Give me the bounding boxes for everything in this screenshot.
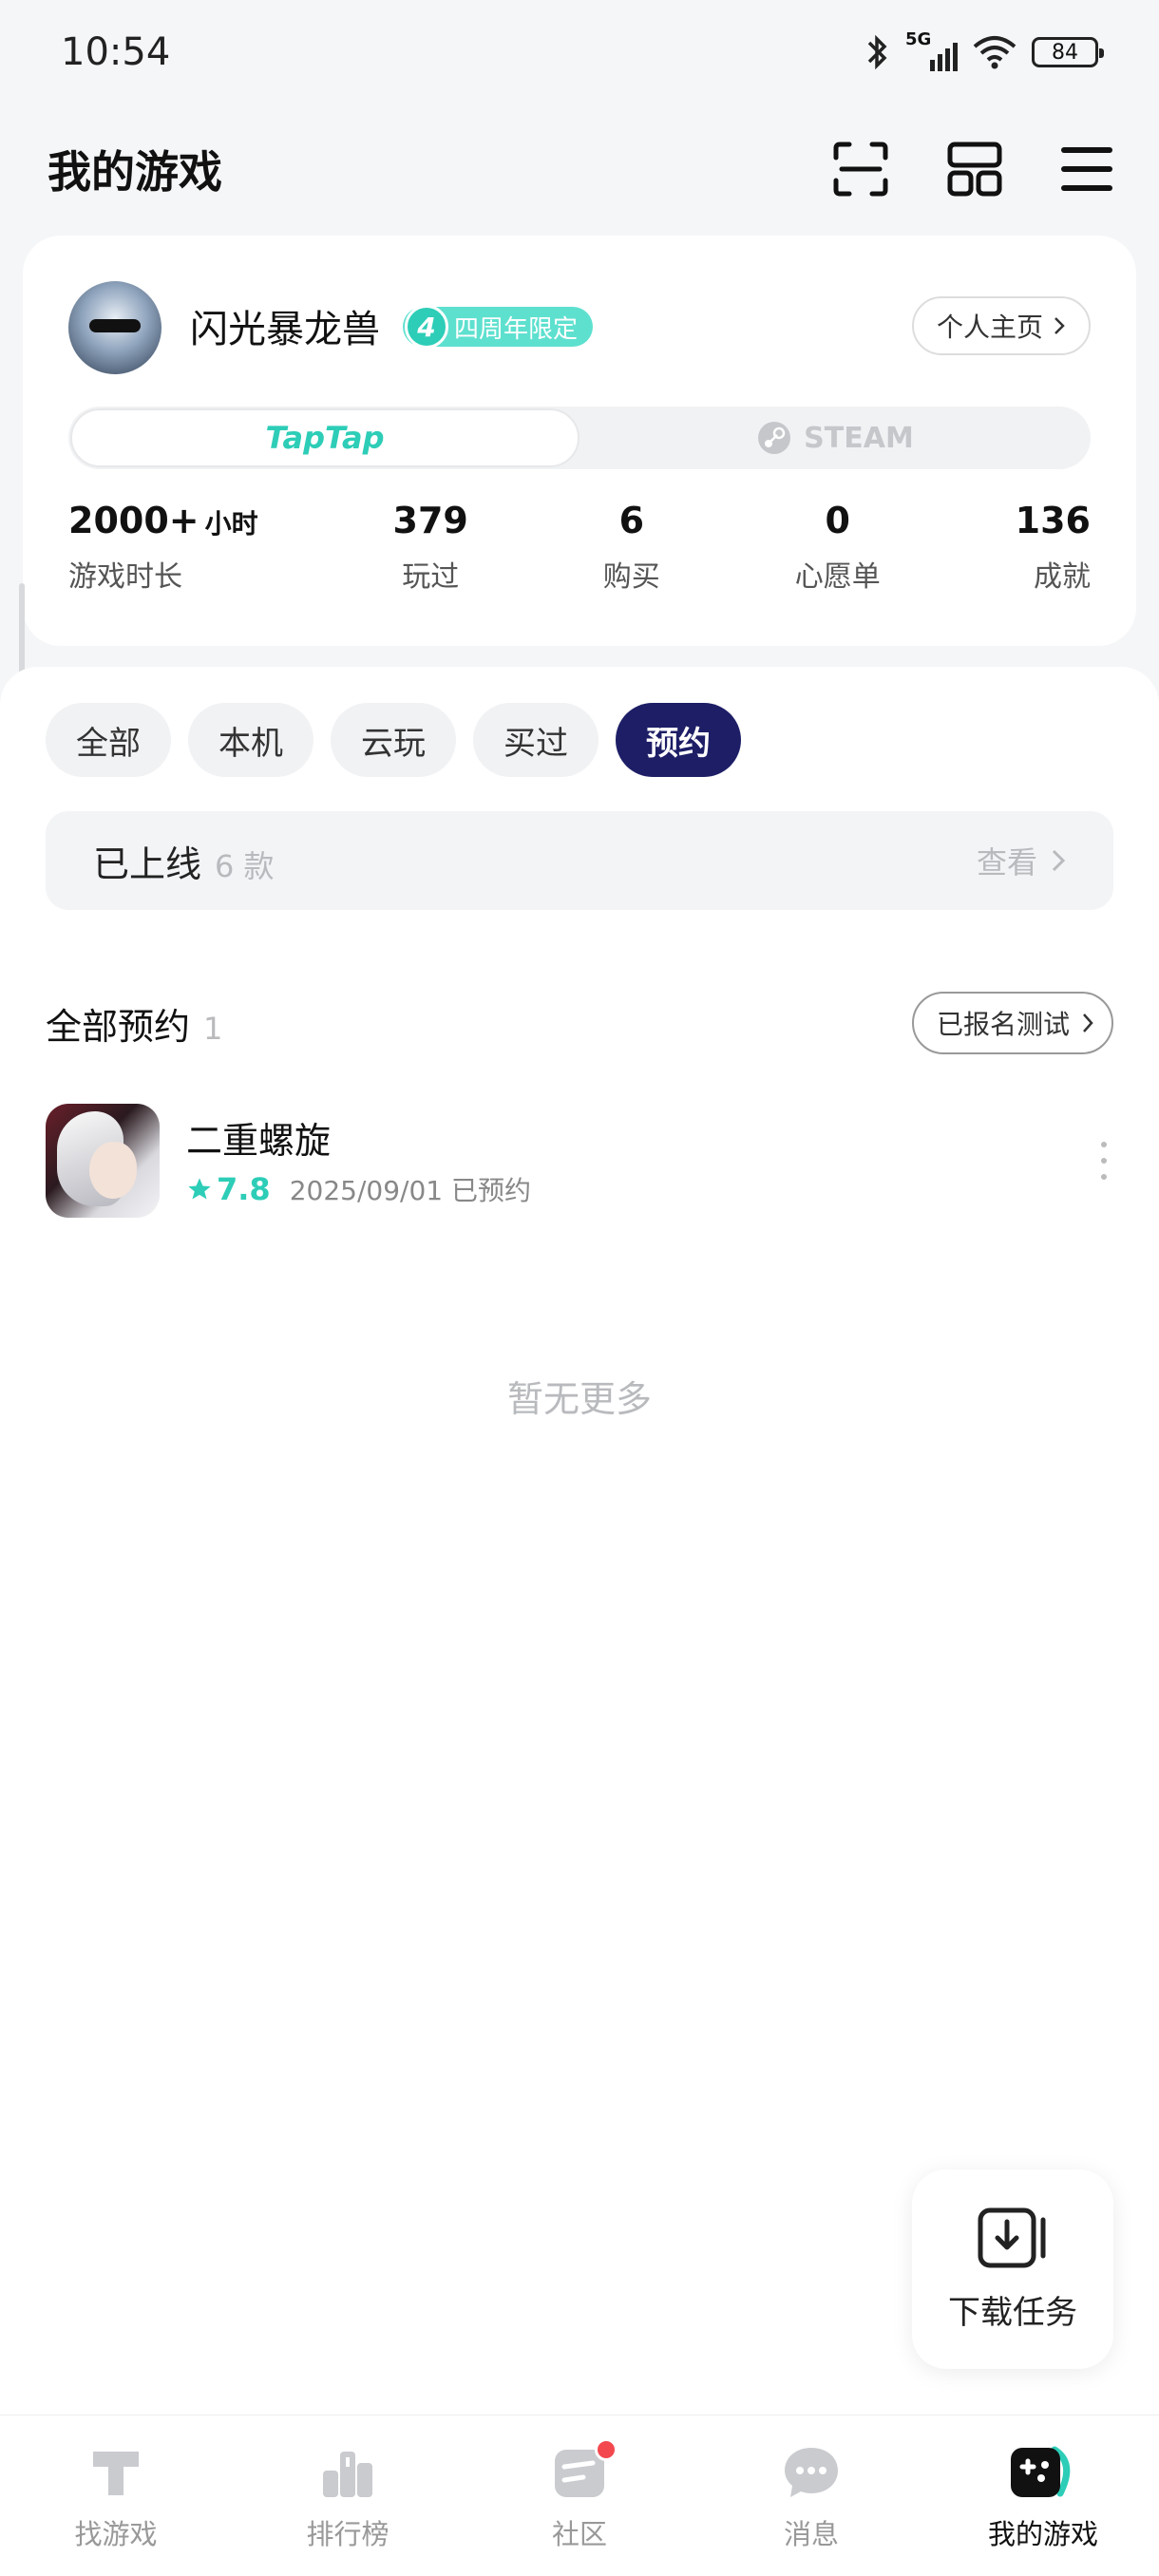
tab-my-games[interactable]: 我的游戏	[948, 2442, 1138, 2576]
battery-indicator: 84	[1032, 37, 1104, 67]
section-count: 1	[203, 1010, 223, 1047]
status-icons: 5G 84	[864, 29, 1104, 71]
bottom-tab-bar: 找游戏 排行榜 社区 消息 我的游戏	[0, 2415, 1159, 2576]
tab-label: 社区	[551, 2518, 607, 2550]
chevron-right-icon	[1052, 849, 1066, 872]
tab-community[interactable]: 社区	[484, 2438, 674, 2576]
stat-value: 136	[1015, 500, 1091, 541]
badge-number: 4	[405, 305, 448, 349]
profile-home-label: 个人主页	[936, 312, 1043, 343]
stats-row: 2000+ 小时 游戏时长 379 玩过 6 购买 0 心愿单 136 成就	[68, 500, 1091, 604]
ranking-icon	[323, 2452, 372, 2497]
profile-card: 闪光暴龙兽 4 四周年限定 个人主页 TapTap STEAM 2000+ 小时…	[23, 236, 1136, 646]
steam-label: STEAM	[804, 421, 914, 455]
profile-home-button[interactable]: 个人主页	[911, 296, 1091, 355]
game-meta: 7.8 2025/09/01 已预约	[186, 1170, 531, 1208]
game-icon[interactable]	[46, 1104, 160, 1218]
stat-label: 玩过	[402, 560, 460, 594]
stat-played[interactable]: 379 玩过	[393, 500, 468, 604]
registered-test-button[interactable]: 已报名测试	[911, 992, 1113, 1054]
stat-label: 游戏时长	[68, 560, 182, 594]
tab-find-games[interactable]: 找游戏	[21, 2442, 211, 2576]
online-title: 已上线	[93, 843, 202, 885]
stat-purchased[interactable]: 6 购买	[603, 500, 660, 604]
signal-icon: 5G	[905, 29, 958, 71]
download-task-button[interactable]: 下载任务	[912, 2169, 1113, 2369]
bluetooth-icon	[867, 34, 887, 70]
layout-grid-icon[interactable]	[946, 141, 1003, 198]
game-rating: 7.8	[186, 1171, 271, 1207]
filter-purchased[interactable]: 买过	[473, 703, 598, 777]
find-games-icon	[93, 2452, 139, 2495]
star-icon	[188, 1178, 211, 1200]
reservations-header: 全部预约 1 已报名测试	[46, 990, 1113, 1056]
tab-label: 消息	[783, 2518, 839, 2550]
platform-taptap-tab[interactable]: TapTap	[70, 408, 580, 467]
stat-unit: 小时	[204, 508, 258, 540]
header-actions	[832, 141, 1113, 198]
test-button-label: 已报名测试	[936, 1009, 1070, 1040]
online-count: 6 款	[215, 847, 275, 884]
chevron-right-icon	[1083, 1013, 1093, 1032]
games-content: 全部 本机 云玩 买过 预约 已上线 6 款 查看 全部预约 1 已报名测试 二…	[0, 667, 1159, 2415]
platform-steam-tab[interactable]: STEAM	[580, 407, 1091, 469]
my-games-icon	[1011, 2446, 1071, 2497]
stat-value: 379	[392, 500, 468, 541]
stat-label: 心愿单	[794, 560, 881, 594]
scan-icon[interactable]	[832, 141, 889, 198]
username[interactable]: 闪光暴龙兽	[190, 298, 380, 353]
tab-ranking[interactable]: 排行榜	[253, 2442, 443, 2576]
page-title: 我的游戏	[48, 145, 222, 198]
more-options-icon[interactable]	[1094, 1142, 1113, 1180]
wifi-icon	[973, 36, 1016, 69]
filter-reserved[interactable]: 预约	[616, 703, 741, 777]
message-icon	[785, 2448, 838, 2497]
filter-all[interactable]: 全部	[46, 703, 171, 777]
avatar[interactable]	[68, 281, 162, 374]
filter-chips: 全部 本机 云玩 买过 预约	[46, 703, 741, 777]
tab-label: 我的游戏	[987, 2518, 1098, 2550]
filter-local[interactable]: 本机	[188, 703, 314, 777]
download-task-label: 下载任务	[948, 2293, 1077, 2332]
menu-icon[interactable]	[1060, 142, 1113, 196]
platform-toggle: TapTap STEAM	[68, 407, 1091, 469]
section-title: 全部预约	[46, 1005, 191, 1048]
notification-dot	[595, 2438, 618, 2461]
view-label: 查看	[976, 844, 1037, 881]
steam-icon	[758, 422, 791, 454]
view-link[interactable]: 查看	[977, 839, 1066, 882]
stat-wishlist[interactable]: 0 心愿单	[795, 500, 881, 604]
chevron-right-icon	[1054, 317, 1065, 334]
stat-label: 成就	[1033, 560, 1091, 594]
status-time: 10:54	[61, 30, 171, 74]
stat-value: 6	[618, 500, 645, 541]
tab-label: 找游戏	[74, 2518, 158, 2550]
download-icon	[978, 2207, 1046, 2267]
stat-label: 购买	[602, 560, 660, 594]
list-item[interactable]: 二重螺旋 7.8 2025/09/01 已预约	[46, 1104, 1113, 1218]
page-header: 我的游戏	[0, 123, 1159, 214]
stat-playtime[interactable]: 2000+ 小时 游戏时长	[68, 500, 258, 604]
tab-messages[interactable]: 消息	[716, 2442, 906, 2576]
rating-value: 7.8	[217, 1171, 271, 1207]
status-bar: 10:54 5G 84	[0, 0, 1159, 104]
reservation-date: 2025/09/01 已预约	[289, 1175, 531, 1206]
stat-achievements[interactable]: 136 成就	[1016, 500, 1091, 604]
tab-label: 排行榜	[306, 2518, 390, 2550]
stat-value: 0	[825, 500, 850, 541]
anniversary-badge[interactable]: 4 四周年限定	[403, 305, 594, 349]
network-type: 5G	[905, 29, 932, 49]
filter-cloud[interactable]: 云玩	[331, 703, 456, 777]
stat-value: 2000+	[68, 500, 200, 541]
no-more-text: 暂无更多	[506, 1378, 652, 1420]
online-games-bar[interactable]: 已上线 6 款 查看	[46, 811, 1113, 910]
game-name: 二重螺旋	[186, 1120, 332, 1162]
badge-text: 四周年限定	[454, 314, 579, 344]
